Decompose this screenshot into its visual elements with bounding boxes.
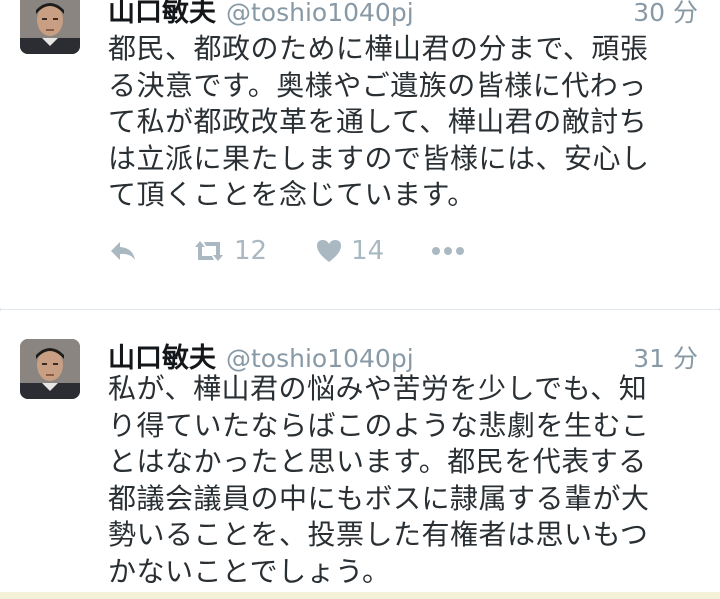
- like-count: 14: [351, 236, 385, 266]
- tweet-text: 私が、樺山君の悩みや苦労を少しでも、知 り得ていたならばこのような悲劇を生むこ …: [108, 372, 650, 588]
- retweet-icon: [195, 241, 223, 261]
- author-handle[interactable]: @toshio1040pj: [226, 0, 414, 27]
- timestamp[interactable]: 30 分: [633, 0, 698, 29]
- tweet[interactable]: 山口敏夫 @toshio1040pj 30 分 都民、都政のために樺山君の分まで…: [0, 0, 720, 308]
- tweet-header: 山口敏夫 @toshio1040pj 30 分: [108, 0, 698, 28]
- author-handle[interactable]: @toshio1040pj: [226, 344, 414, 373]
- tweet[interactable]: 山口敏夫 @toshio1040pj 31 分 私が、樺山君の悩みや苦労を少しで…: [0, 311, 720, 599]
- bottom-bar: [0, 592, 720, 599]
- tweet-actions: 12 14: [108, 236, 466, 266]
- author-name[interactable]: 山口敏夫: [108, 336, 216, 375]
- reply-icon: [111, 242, 135, 260]
- more-button[interactable]: [430, 245, 466, 257]
- tweet-text: 都民、都政のために樺山君の分まで、頑張 る決意です。奥様やご遺族の皆様に代わっ …: [108, 32, 650, 211]
- like-button[interactable]: 14: [315, 236, 384, 266]
- tweet-divider: [0, 309, 720, 310]
- retweet-button[interactable]: 12: [192, 236, 267, 266]
- reply-button[interactable]: [108, 239, 142, 263]
- avatar[interactable]: [20, 339, 80, 399]
- tweet-header: 山口敏夫 @toshio1040pj 31 分: [108, 336, 698, 374]
- timestamp[interactable]: 31 分: [633, 339, 698, 375]
- more-icon: [432, 247, 465, 255]
- retweet-count: 12: [234, 236, 268, 266]
- author-name[interactable]: 山口敏夫: [108, 0, 216, 29]
- avatar[interactable]: [20, 0, 80, 54]
- heart-icon: [317, 240, 342, 262]
